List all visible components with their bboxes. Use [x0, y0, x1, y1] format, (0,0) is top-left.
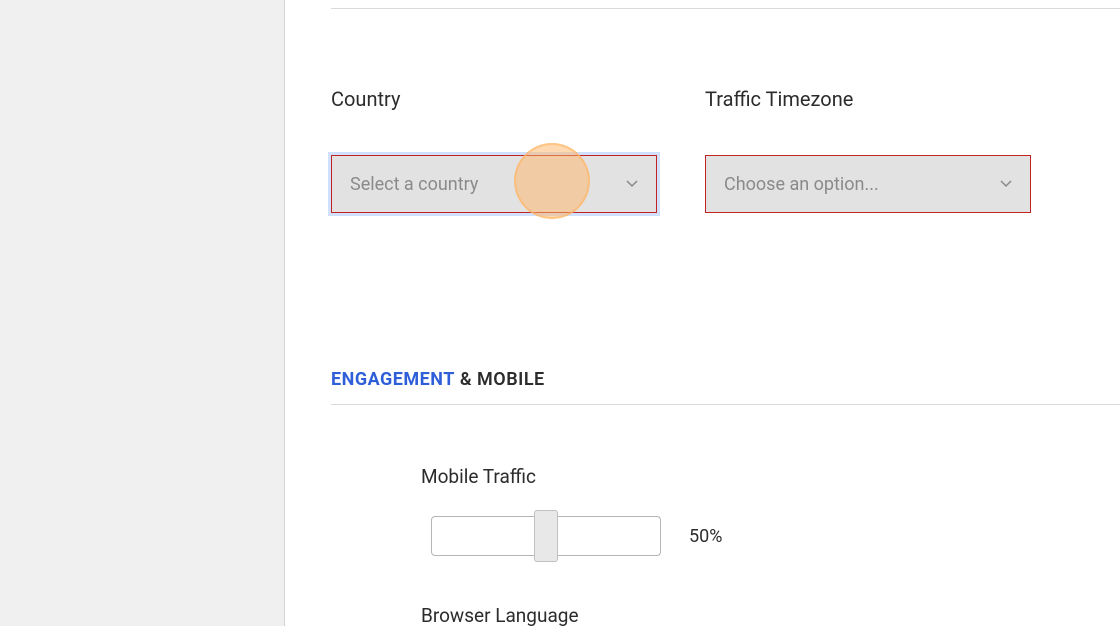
bottom-label-row: Browser Language Browser Timezone: [331, 604, 1120, 627]
mobile-traffic-group: Mobile Traffic 50%: [331, 465, 722, 556]
mobile-traffic-slider[interactable]: [431, 516, 661, 556]
engagement-section-header: ENGAGEMENT & MOBILE: [331, 369, 1120, 404]
top-divider: [331, 8, 1120, 9]
bounce-rate-group: Bounce Rate: [1022, 465, 1120, 556]
country-select-placeholder: Select a country: [350, 174, 478, 195]
chevron-down-icon: [1000, 178, 1012, 190]
left-sidebar: [0, 0, 285, 626]
page-layout: Country Select a country Traffic Timezon…: [0, 0, 1120, 626]
mobile-traffic-slider-thumb[interactable]: [534, 510, 558, 562]
timezone-select-placeholder: Choose an option...: [724, 174, 879, 195]
timezone-select[interactable]: Choose an option...: [705, 155, 1031, 213]
timezone-field-group: Traffic Timezone Choose an option...: [705, 87, 1031, 213]
country-field-group: Country Select a country: [331, 87, 657, 213]
mobile-traffic-slider-container: 50%: [431, 516, 722, 556]
section-title-highlight: ENGAGEMENT: [331, 369, 455, 390]
country-label: Country: [331, 87, 657, 111]
mobile-traffic-label: Mobile Traffic: [421, 465, 722, 488]
geo-row: Country Select a country Traffic Timezon…: [331, 87, 1120, 213]
browser-language-label: Browser Language: [421, 604, 579, 627]
mobile-traffic-value: 50%: [689, 526, 722, 547]
country-select[interactable]: Select a country: [331, 155, 657, 213]
timezone-label: Traffic Timezone: [705, 87, 1031, 111]
slider-row: Mobile Traffic 50% Bounce Rate: [331, 465, 1120, 556]
section-title-rest: & MOBILE: [455, 369, 545, 390]
chevron-down-icon: [626, 178, 638, 190]
main-content: Country Select a country Traffic Timezon…: [285, 0, 1120, 626]
engagement-divider: [331, 404, 1120, 405]
